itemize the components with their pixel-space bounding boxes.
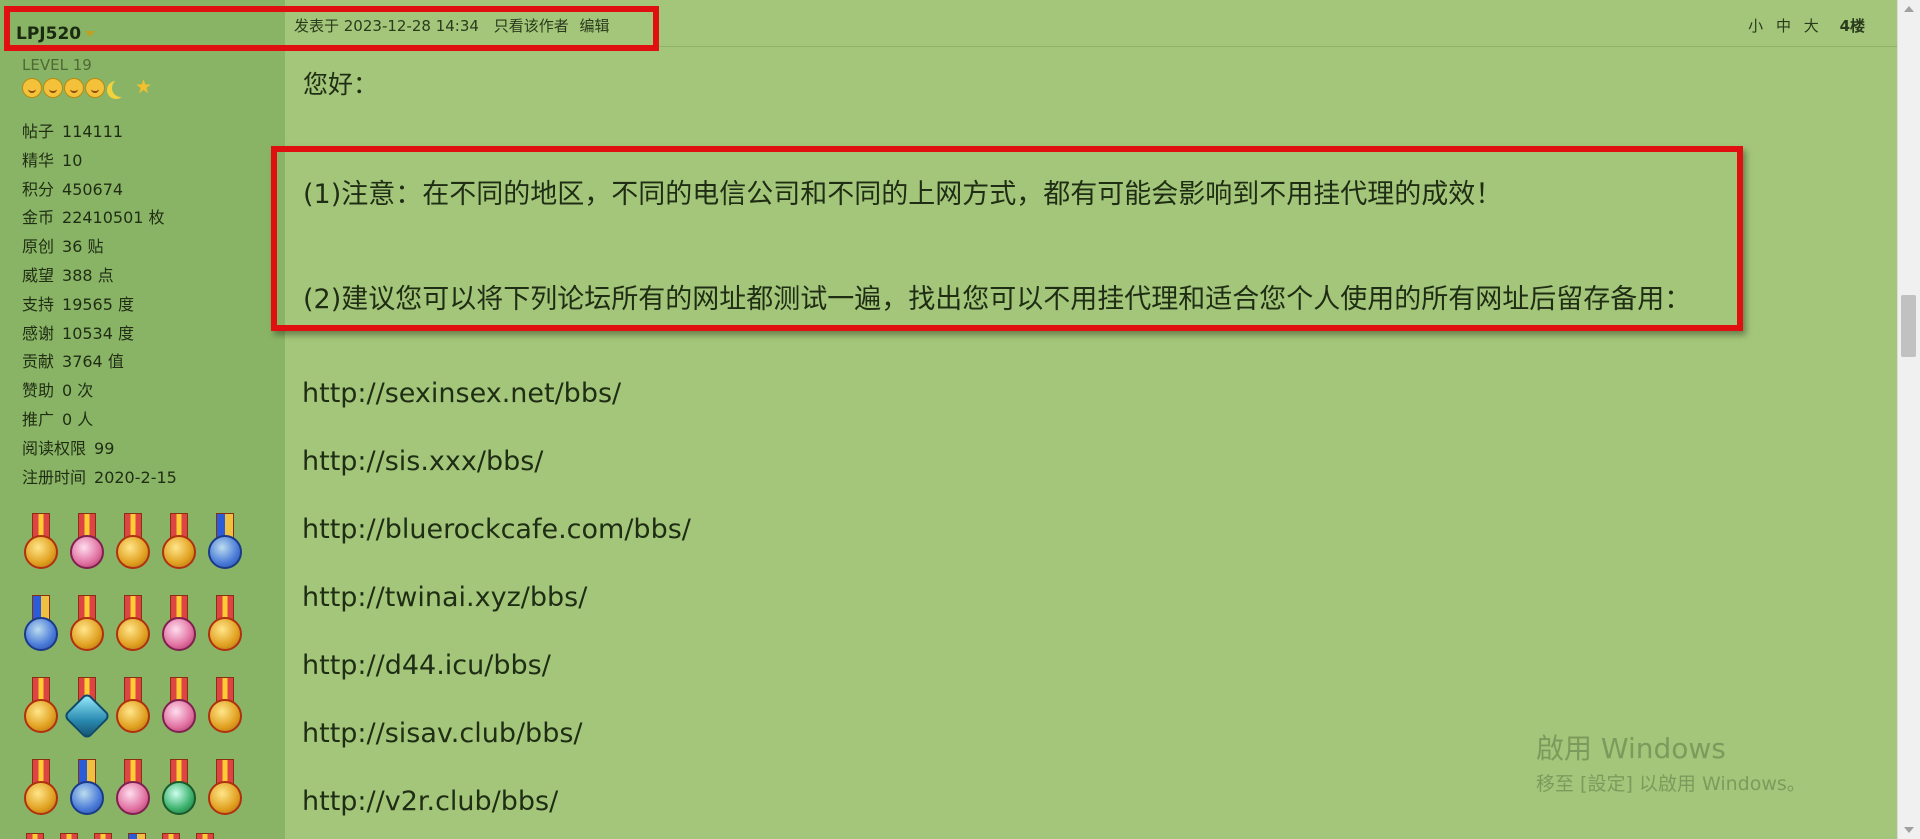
medal-icon[interactable] (54, 833, 84, 839)
page: LEVEL 19 ★ 帖子 114111 精华 10 积分 450674 金币 2241… (0, 0, 1920, 839)
medal-icon[interactable] (158, 677, 200, 739)
stat-row: 感谢 10534 度 (22, 323, 135, 343)
medal-icon[interactable] (112, 513, 154, 575)
medal-icon[interactable] (112, 759, 154, 821)
edit-link[interactable]: 编辑 (580, 17, 610, 35)
stat-row: 金币 22410501 枚 (22, 208, 165, 228)
scroll-down-arrow-icon[interactable] (1904, 827, 1914, 833)
floor-number[interactable]: 4楼 (1840, 17, 1865, 35)
author-level: LEVEL 19 (22, 56, 92, 74)
post-content: 发表于 2023-12-28 14:34 只看该作者 编辑 小 中 大 4楼 您… (271, 0, 1897, 839)
medal-icon[interactable] (112, 595, 154, 657)
stat-row: 威望 388 点 (22, 265, 114, 285)
stat-row: 阅读权限 99 (22, 438, 115, 458)
notice-line-1: (1)注意：在不同的地区，不同的电信公司和不同的上网方式，都有可能会影响到不用挂… (303, 179, 1503, 210)
stat-row: 注册时间 2020-2-15 (22, 467, 177, 487)
chevron-down-icon[interactable] (85, 31, 96, 37)
stat-row: 精华 10 (22, 150, 83, 170)
medal-icon[interactable] (66, 759, 108, 821)
author-stats: 帖子 114111 精华 10 积分 450674 金币 22410501 枚 原创 36… (22, 118, 177, 492)
medal-icon[interactable] (122, 833, 152, 839)
url-link[interactable]: http://d44.icu/bbs/ (302, 650, 691, 718)
font-size-controls: 小 中 大 4楼 (1740, 15, 1865, 36)
medal-icon[interactable] (158, 513, 200, 575)
scroll-thumb[interactable] (1901, 295, 1916, 357)
sun-icon (85, 78, 105, 98)
sun-icon (43, 78, 63, 98)
medal-icon[interactable] (20, 759, 62, 821)
medal-row (20, 577, 260, 657)
medal-icon[interactable] (66, 513, 108, 575)
medal-row (20, 823, 260, 839)
url-list: http://sexinsex.net/bbs/ http://sis.xxx/… (302, 378, 691, 839)
stat-row: 积分 450674 (22, 179, 124, 199)
house-medal-icon[interactable] (112, 677, 154, 739)
font-large-link[interactable]: 大 (1804, 17, 1819, 35)
sun-icon (64, 78, 84, 98)
stat-row: 赞助 0 次 (22, 381, 94, 401)
author-name-link[interactable]: LPJ520 (16, 24, 96, 44)
medal-row (20, 495, 260, 575)
font-medium-link[interactable]: 中 (1776, 17, 1791, 35)
crystal-medal-icon[interactable] (62, 677, 112, 741)
moon-icon (112, 79, 130, 97)
medal-row (20, 741, 260, 821)
rank-icons: ★ (22, 78, 153, 98)
medal-icon[interactable] (190, 833, 220, 839)
medal-icon[interactable] (20, 513, 62, 575)
vertical-scrollbar[interactable] (1897, 0, 1920, 839)
rose-medal-icon[interactable] (158, 595, 200, 657)
url-link[interactable]: http://sexinsex.net/bbs/ (302, 378, 691, 446)
post-meta: 发表于 2023-12-28 14:34 只看该作者 编辑 (294, 15, 620, 36)
medal-icon[interactable] (204, 759, 246, 821)
stat-row: 原创 36 贴 (22, 237, 104, 257)
sun-icon (22, 78, 42, 98)
medal-icon[interactable] (20, 833, 50, 839)
medal-icon[interactable] (20, 677, 62, 739)
url-link[interactable]: http://twinai.xyz/bbs/ (302, 582, 691, 650)
notice-line-2: (2)建议您可以将下列论坛所有的网址都测试一遍，找出您可以不用挂代理和适合您个人… (303, 284, 1692, 315)
star-icon: ★ (135, 76, 153, 98)
medal-icon[interactable] (204, 677, 246, 739)
url-link[interactable]: http://v2r.club/bbs/ (302, 786, 691, 839)
url-link[interactable]: http://sis.xxx/bbs/ (302, 446, 691, 514)
windows-activation-watermark: 啟用 Windows 移至 [設定] 以啟用 Windows。 (1536, 732, 1806, 795)
medal-icon[interactable] (204, 513, 246, 575)
medal-icon[interactable] (156, 833, 186, 839)
greeting-text: 您好： (303, 70, 379, 99)
stat-row: 推广 0 人 (22, 409, 94, 429)
stat-row: 贡献 3764 值 (22, 352, 124, 372)
medal-icon[interactable] (20, 595, 62, 657)
medal-icon[interactable] (158, 759, 200, 821)
author-sidebar: LEVEL 19 ★ 帖子 114111 精华 10 积分 450674 金币 2241… (0, 0, 285, 839)
medal-icon[interactable] (88, 833, 118, 839)
url-link[interactable]: http://bluerockcafe.com/bbs/ (302, 514, 691, 582)
stat-row: 支持 19565 度 (22, 294, 135, 314)
medal-grid (20, 495, 260, 839)
medal-icon[interactable] (66, 595, 108, 657)
medal-row (20, 659, 260, 741)
url-link[interactable]: http://sisav.club/bbs/ (302, 718, 691, 786)
stat-row: 帖子 114111 (22, 122, 124, 141)
post-date: 发表于 2023-12-28 14:34 (294, 17, 479, 35)
scroll-up-arrow-icon[interactable] (1904, 6, 1914, 12)
medal-icon[interactable] (204, 595, 246, 657)
only-author-link[interactable]: 只看该作者 (494, 17, 569, 35)
font-small-link[interactable]: 小 (1748, 17, 1763, 35)
